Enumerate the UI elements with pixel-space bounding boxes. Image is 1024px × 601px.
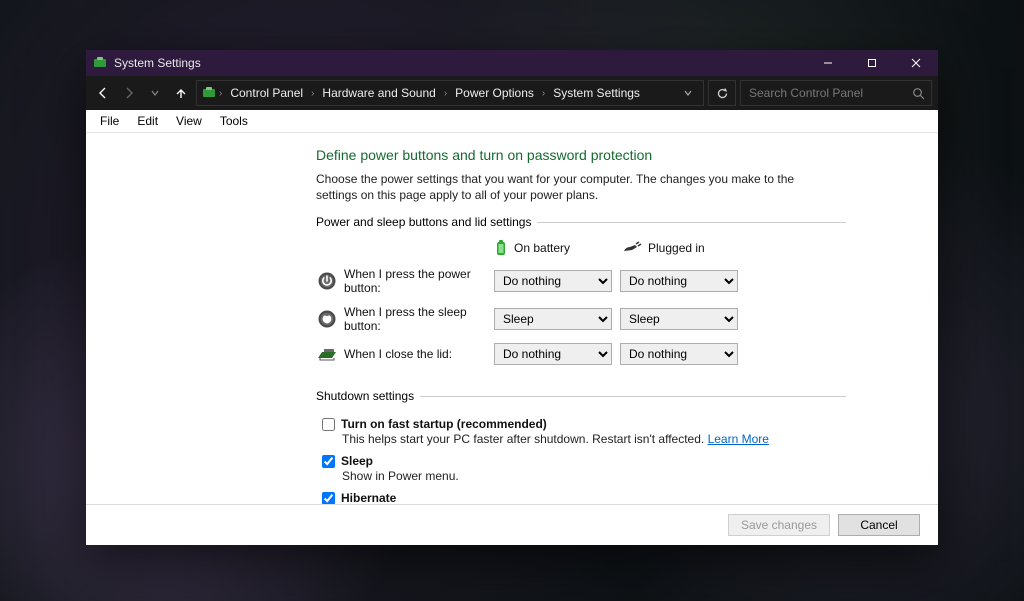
crumb-control-panel[interactable]: Control Panel [224, 86, 309, 100]
close-button[interactable] [894, 50, 938, 76]
search-box[interactable] [740, 80, 932, 106]
row-label: When I press the sleep button: [344, 305, 494, 333]
group-shutdown-legend: Shutdown settings [316, 389, 420, 403]
setting-row-power-button: When I press the power button:Do nothing… [316, 267, 846, 295]
setting-row-sleep-button: When I press the sleep button:Do nothing… [316, 305, 846, 333]
row-label: When I press the power button: [344, 267, 494, 295]
page-description: Choose the power settings that you want … [316, 171, 836, 203]
maximize-button[interactable] [850, 50, 894, 76]
menu-view[interactable]: View [168, 112, 210, 130]
shutdown-checkbox-label[interactable]: Hibernate [322, 491, 846, 504]
learn-more-link[interactable]: Learn More [708, 432, 769, 446]
footer: Save changes Cancel [86, 504, 938, 545]
content-area: Define power buttons and turn on passwor… [86, 133, 938, 504]
search-icon [912, 87, 925, 100]
combo-close-lid-plugged[interactable]: Do nothingSleepHibernateShut down [620, 343, 738, 365]
sleep-button-icon [316, 308, 338, 330]
crumb-power-options[interactable]: Power Options [449, 86, 540, 100]
shutdown-checkbox-label[interactable]: Sleep [322, 454, 846, 468]
menu-file[interactable]: File [92, 112, 127, 130]
breadcrumb-dropdown-icon[interactable] [683, 88, 693, 98]
close-lid-icon [316, 343, 338, 365]
recent-dropdown-icon[interactable] [144, 82, 166, 104]
crumb-hardware-sound[interactable]: Hardware and Sound [316, 86, 441, 100]
col-plugged-in: Plugged in [622, 241, 742, 255]
shutdown-item-hibernate: HibernateShow in Power menu. [322, 491, 846, 504]
menubar: File Edit View Tools [86, 110, 938, 133]
col-on-battery: On battery [494, 239, 614, 257]
menu-tools[interactable]: Tools [212, 112, 256, 130]
save-changes-button[interactable]: Save changes [728, 514, 830, 536]
shutdown-item-fast-startup: Turn on fast startup (recommended)This h… [322, 417, 846, 446]
combo-sleep-button-battery[interactable]: Do nothingSleepHibernateShut down [494, 308, 612, 330]
battery-icon [494, 239, 508, 257]
shutdown-checkbox-label[interactable]: Turn on fast startup (recommended) [322, 417, 846, 431]
navbar: › Control Panel › Hardware and Sound › P… [86, 76, 938, 110]
breadcrumb[interactable]: › Control Panel › Hardware and Sound › P… [196, 80, 704, 106]
setting-row-close-lid: When I close the lid:Do nothingSleepHibe… [316, 343, 846, 365]
shutdown-subtext: Show in Power menu. [342, 469, 846, 483]
chevron-right-icon: › [444, 88, 447, 99]
shutdown-title: Turn on fast startup (recommended) [341, 417, 547, 431]
system-settings-window: System Settings › Control [86, 50, 938, 545]
group-power-buttons-legend: Power and sleep buttons and lid settings [316, 215, 537, 229]
shutdown-item-sleep: SleepShow in Power menu. [322, 454, 846, 483]
row-label: When I close the lid: [344, 347, 494, 361]
group-power-buttons: Power and sleep buttons and lid settings… [316, 215, 846, 375]
shutdown-title: Sleep [341, 454, 373, 468]
plug-icon [622, 241, 642, 255]
combo-close-lid-battery[interactable]: Do nothingSleepHibernateShut down [494, 343, 612, 365]
up-button[interactable] [170, 82, 192, 104]
cancel-button[interactable]: Cancel [838, 514, 920, 536]
group-shutdown-settings: Shutdown settings Turn on fast startup (… [316, 389, 846, 504]
control-panel-icon [201, 85, 217, 101]
page-heading: Define power buttons and turn on passwor… [316, 147, 898, 163]
app-icon [92, 55, 108, 71]
shutdown-checkbox-fast-startup[interactable] [322, 418, 335, 431]
combo-power-button-battery[interactable]: Do nothingSleepHibernateShut down [494, 270, 612, 292]
column-headers: On battery Plugged in [316, 239, 846, 257]
shutdown-title: Hibernate [341, 491, 396, 504]
shutdown-checkbox-hibernate[interactable] [322, 492, 335, 504]
titlebar[interactable]: System Settings [86, 50, 938, 76]
power-button-icon [316, 270, 338, 292]
combo-power-button-plugged[interactable]: Do nothingSleepHibernateShut down [620, 270, 738, 292]
window-title: System Settings [114, 56, 201, 70]
minimize-button[interactable] [806, 50, 850, 76]
crumb-system-settings[interactable]: System Settings [547, 86, 646, 100]
search-input[interactable] [747, 85, 912, 101]
shutdown-subtext: This helps start your PC faster after sh… [342, 432, 846, 446]
forward-button[interactable] [118, 82, 140, 104]
refresh-button[interactable] [708, 80, 736, 106]
shutdown-checkbox-sleep[interactable] [322, 455, 335, 468]
combo-sleep-button-plugged[interactable]: Do nothingSleepHibernateShut down [620, 308, 738, 330]
menu-edit[interactable]: Edit [129, 112, 166, 130]
chevron-right-icon: › [219, 88, 222, 99]
back-button[interactable] [92, 82, 114, 104]
chevron-right-icon: › [311, 88, 314, 99]
chevron-right-icon: › [542, 88, 545, 99]
